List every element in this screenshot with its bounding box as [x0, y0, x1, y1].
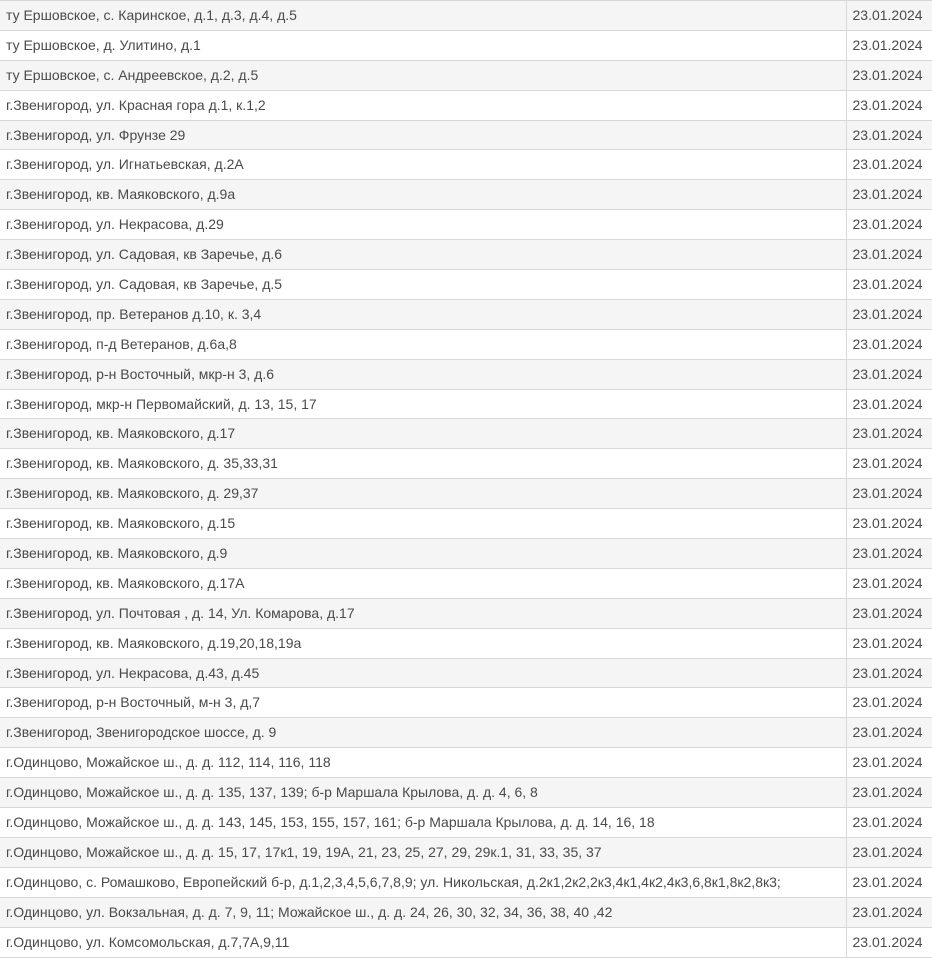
address-cell: г.Звенигород, ул. Красная гора д.1, к.1,… — [0, 90, 846, 120]
address-cell: г.Звенигород, ул. Почтовая , д. 14, Ул. … — [0, 598, 846, 628]
date-cell: 23.01.2024 — [846, 658, 932, 688]
address-cell: г.Звенигород, р-н Восточный, м-н 3, д,7 — [0, 688, 846, 718]
date-cell: 23.01.2024 — [846, 240, 932, 270]
table-row: г.Звенигород, ул. Некрасова, д.2923.01.2… — [0, 210, 932, 240]
table-row: г.Звенигород, ул. Фрунзе 2923.01.2024 — [0, 120, 932, 150]
address-cell: г.Звенигород, кв. Маяковского, д.17А — [0, 568, 846, 598]
table-row: г.Звенигород, р-н Восточный, м-н 3, д,72… — [0, 688, 932, 718]
date-cell: 23.01.2024 — [846, 359, 932, 389]
table-row: г.Звенигород, ул. Красная гора д.1, к.1,… — [0, 90, 932, 120]
table-row: г.Звенигород, кв. Маяковского, д. 35,33,… — [0, 449, 932, 479]
address-cell: г.Звенигород, кв. Маяковского, д.15 — [0, 509, 846, 539]
address-cell: г.Звенигород, кв. Маяковского, д. 29,37 — [0, 479, 846, 509]
table-row: г.Звенигород, ул. Садовая, кв Заречье, д… — [0, 270, 932, 300]
date-cell: 23.01.2024 — [846, 897, 932, 927]
date-cell: 23.01.2024 — [846, 329, 932, 359]
address-table-body: ту Ершовское, с. Каринское, д.1, д.3, д.… — [0, 1, 932, 958]
table-row: г.Одинцово, Можайское ш., д. д. 15, 17, … — [0, 837, 932, 867]
table-row: г.Звенигород, ул. Некрасова, д.43, д.452… — [0, 658, 932, 688]
table-row: г.Звенигород, ул. Садовая, кв Заречье, д… — [0, 240, 932, 270]
address-cell: ту Ершовское, с. Каринское, д.1, д.3, д.… — [0, 1, 846, 31]
table-row: г.Звенигород, ул. Игнатьевская, д.2А23.0… — [0, 150, 932, 180]
table-row: г.Звенигород, кв. Маяковского, д.9а23.01… — [0, 180, 932, 210]
date-cell: 23.01.2024 — [846, 180, 932, 210]
address-cell: ту Ершовское, с. Андреевское, д.2, д.5 — [0, 60, 846, 90]
table-row: г.Звенигород, кв. Маяковского, д.1723.01… — [0, 419, 932, 449]
address-cell: г.Звенигород, кв. Маяковского, д. 35,33,… — [0, 449, 846, 479]
address-cell: г.Звенигород, ул. Садовая, кв Заречье, д… — [0, 270, 846, 300]
address-cell: г.Звенигород, р-н Восточный, мкр-н 3, д.… — [0, 359, 846, 389]
date-cell: 23.01.2024 — [846, 927, 932, 957]
address-cell: г.Одинцово, с. Ромашково, Европейский б-… — [0, 867, 846, 897]
table-row: г.Звенигород, кв. Маяковского, д.19,20,1… — [0, 628, 932, 658]
address-cell: г.Звенигород, ул. Некрасова, д.29 — [0, 210, 846, 240]
table-row: г.Одинцово, ул. Вокзальная, д. д. 7, 9, … — [0, 897, 932, 927]
address-cell: г.Звенигород, кв. Маяковского, д.17 — [0, 419, 846, 449]
table-row: г.Одинцово, с. Ромашково, Европейский б-… — [0, 867, 932, 897]
address-cell: г.Звенигород, ул. Фрунзе 29 — [0, 120, 846, 150]
table-row: г.Звенигород, п-д Ветеранов, д.6а,823.01… — [0, 329, 932, 359]
table-row: г.Одинцово, Можайское ш., д. д. 112, 114… — [0, 748, 932, 778]
table-row: г.Звенигород, кв. Маяковского, д.17А23.0… — [0, 568, 932, 598]
address-cell: г.Звенигород, ул. Некрасова, д.43, д.45 — [0, 658, 846, 688]
date-cell: 23.01.2024 — [846, 748, 932, 778]
table-row: ту Ершовское, с. Каринское, д.1, д.3, д.… — [0, 1, 932, 31]
address-cell: г.Одинцово, ул. Комсомольская, д.7,7А,9,… — [0, 927, 846, 957]
table-row: г.Звенигород, кв. Маяковского, д.1523.01… — [0, 509, 932, 539]
date-cell: 23.01.2024 — [846, 808, 932, 838]
date-cell: 23.01.2024 — [846, 837, 932, 867]
date-cell: 23.01.2024 — [846, 539, 932, 569]
date-cell: 23.01.2024 — [846, 150, 932, 180]
table-row: г.Одинцово, Можайское ш., д. д. 135, 137… — [0, 778, 932, 808]
address-cell: г.Одинцово, Можайское ш., д. д. 112, 114… — [0, 748, 846, 778]
table-row: г.Звенигород, ул. Почтовая , д. 14, Ул. … — [0, 598, 932, 628]
address-cell: г.Звенигород, пр. Ветеранов д.10, к. 3,4 — [0, 299, 846, 329]
table-row: г.Звенигород, пр. Ветеранов д.10, к. 3,4… — [0, 299, 932, 329]
address-cell: г.Звенигород, мкр-н Первомайский, д. 13,… — [0, 389, 846, 419]
date-cell: 23.01.2024 — [846, 1, 932, 31]
table-row: ту Ершовское, с. Андреевское, д.2, д.523… — [0, 60, 932, 90]
table-row: г.Одинцово, ул. Комсомольская, д.7,7А,9,… — [0, 927, 932, 957]
address-cell: г.Звенигород, кв. Маяковского, д.19,20,1… — [0, 628, 846, 658]
address-cell: г.Одинцово, ул. Вокзальная, д. д. 7, 9, … — [0, 897, 846, 927]
date-cell: 23.01.2024 — [846, 210, 932, 240]
date-cell: 23.01.2024 — [846, 867, 932, 897]
table-row: г.Звенигород, кв. Маяковского, д. 29,372… — [0, 479, 932, 509]
address-cell: г.Одинцово, Можайское ш., д. д. 135, 137… — [0, 778, 846, 808]
date-cell: 23.01.2024 — [846, 568, 932, 598]
date-cell: 23.01.2024 — [846, 598, 932, 628]
date-cell: 23.01.2024 — [846, 718, 932, 748]
address-table: ту Ершовское, с. Каринское, д.1, д.3, д.… — [0, 0, 932, 958]
address-cell: г.Одинцово, Можайское ш., д. д. 15, 17, … — [0, 837, 846, 867]
date-cell: 23.01.2024 — [846, 509, 932, 539]
date-cell: 23.01.2024 — [846, 389, 932, 419]
date-cell: 23.01.2024 — [846, 778, 932, 808]
address-cell: г.Звенигород, ул. Садовая, кв Заречье, д… — [0, 240, 846, 270]
table-row: г.Звенигород, мкр-н Первомайский, д. 13,… — [0, 389, 932, 419]
date-cell: 23.01.2024 — [846, 688, 932, 718]
date-cell: 23.01.2024 — [846, 90, 932, 120]
address-cell: г.Одинцово, Можайское ш., д. д. 143, 145… — [0, 808, 846, 838]
table-row: г.Одинцово, Можайское ш., д. д. 143, 145… — [0, 808, 932, 838]
date-cell: 23.01.2024 — [846, 479, 932, 509]
date-cell: 23.01.2024 — [846, 60, 932, 90]
address-cell: г.Звенигород, ул. Игнатьевская, д.2А — [0, 150, 846, 180]
address-cell: г.Звенигород, кв. Маяковского, д.9 — [0, 539, 846, 569]
date-cell: 23.01.2024 — [846, 299, 932, 329]
table-row: г.Звенигород, Звенигородское шоссе, д. 9… — [0, 718, 932, 748]
date-cell: 23.01.2024 — [846, 449, 932, 479]
date-cell: 23.01.2024 — [846, 120, 932, 150]
table-row: г.Звенигород, кв. Маяковского, д.923.01.… — [0, 539, 932, 569]
date-cell: 23.01.2024 — [846, 628, 932, 658]
table-row: г.Звенигород, р-н Восточный, мкр-н 3, д.… — [0, 359, 932, 389]
date-cell: 23.01.2024 — [846, 30, 932, 60]
table-row: ту Ершовское, д. Улитино, д.123.01.2024 — [0, 30, 932, 60]
date-cell: 23.01.2024 — [846, 270, 932, 300]
address-cell: ту Ершовское, д. Улитино, д.1 — [0, 30, 846, 60]
address-cell: г.Звенигород, кв. Маяковского, д.9а — [0, 180, 846, 210]
address-cell: г.Звенигород, п-д Ветеранов, д.6а,8 — [0, 329, 846, 359]
date-cell: 23.01.2024 — [846, 419, 932, 449]
address-cell: г.Звенигород, Звенигородское шоссе, д. 9 — [0, 718, 846, 748]
